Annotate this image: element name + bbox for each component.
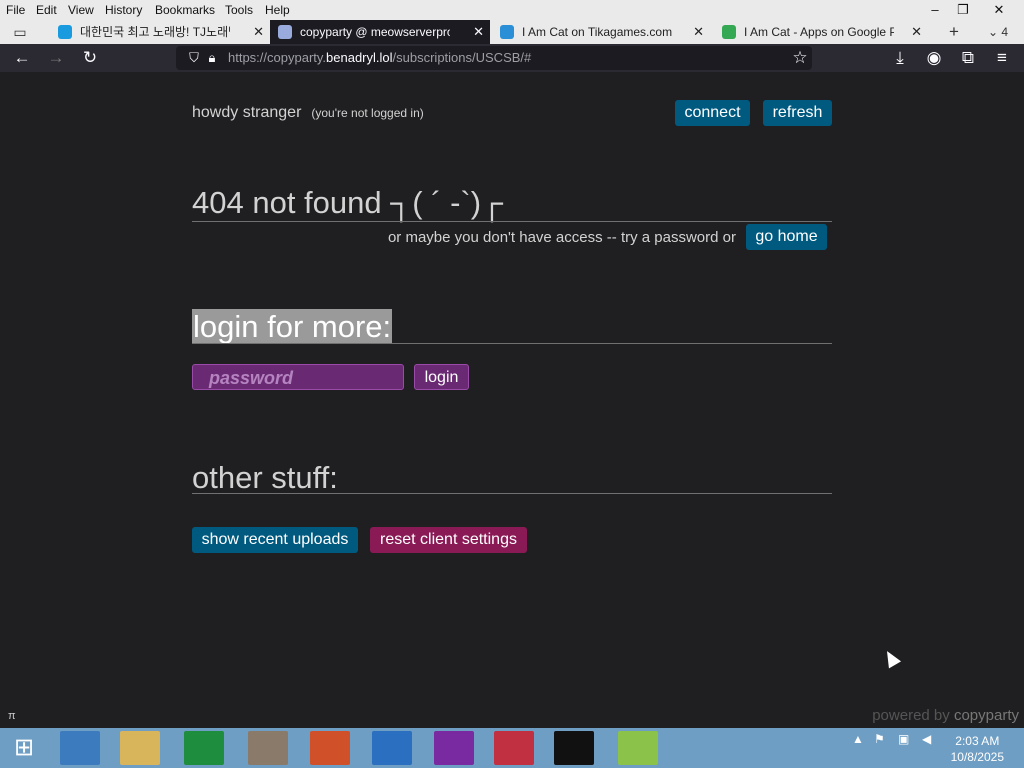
tab-label: copyparty @ meowserverpro [300,25,450,39]
tab-list-icon[interactable]: ▭ [6,20,34,44]
url-path: /subscriptions/USCSB/# [392,50,532,65]
tab-count-button[interactable]: ⌄ 4 [978,20,1018,44]
new-tab-icon[interactable]: + [940,20,968,44]
access-message: or maybe you don't have access -- try a … [387,229,736,246]
ie-icon[interactable] [372,731,412,765]
close-tab-icon[interactable]: ✕ [253,20,264,44]
login-button[interactable]: login [414,364,469,390]
command-prompt-icon[interactable] [554,731,594,765]
close-tab-icon[interactable]: ✕ [473,20,484,44]
menu-help[interactable]: Help [265,3,290,17]
internet-explorer-icon[interactable] [60,731,100,765]
tikagames-favicon-icon [500,25,514,39]
people-icon[interactable] [310,731,350,765]
menu-history[interactable]: History [105,3,142,17]
close-tab-icon[interactable]: ✕ [911,20,922,44]
raccoon-app-icon[interactable] [248,731,288,765]
not-found-heading: 404 not found ┐( ´ -`)┌ [192,185,503,220]
search-icon[interactable] [434,731,474,765]
flag-icon[interactable]: ⚑ [874,732,885,746]
login-status: (you're not logged in) [311,106,424,120]
pi-symbol[interactable]: π [8,710,16,722]
copyparty-favicon-icon [278,25,292,39]
clock-date: 10/8/2025 [950,750,1004,764]
restore-icon[interactable]: ❐ [948,0,978,20]
tj-favicon-icon [58,25,72,39]
minimize-icon[interactable]: – [920,0,950,20]
tab-count: 4 [1001,25,1009,39]
divider [192,343,832,344]
divider [192,221,832,222]
app-icon[interactable] [494,731,534,765]
account-icon[interactable]: ◉ [920,44,948,72]
clock[interactable]: 2:03 AM 10/8/2025 [951,733,1004,765]
windows-start-icon[interactable]: ⊞ [4,731,44,765]
url-prefix: https://copyparty. [228,50,327,65]
powered-by: powered by copyparty [872,707,1019,724]
google-play-favicon-icon [722,25,736,39]
close-tab-icon[interactable]: ✕ [693,20,704,44]
page-content [0,72,1024,728]
refresh-button[interactable]: refresh [763,100,832,126]
reset-client-settings-button[interactable]: reset client settings [370,527,527,553]
menu-view[interactable]: View [68,3,94,17]
url-text[interactable]: https://copyparty.benadryl.lol/subscript… [228,46,531,70]
volume-icon[interactable]: ◀ [922,732,931,746]
android-icon[interactable] [618,731,658,765]
powered-by-text: powered by [872,707,950,724]
tab-google-play[interactable]: I Am Cat - Apps on Google Play ✕ [714,20,928,44]
divider [192,493,832,494]
powered-by-link[interactable]: copyparty [954,707,1019,724]
store-icon[interactable] [184,731,224,765]
lock-icon[interactable]: 🔒︎ [198,44,226,72]
reload-icon[interactable]: ↻ [76,44,104,72]
tray-arrow-icon[interactable]: ▲ [852,732,864,746]
go-home-button[interactable]: go home [746,224,827,250]
menu-bookmarks[interactable]: Bookmarks [155,3,215,17]
greeting: howdy stranger (you're not logged in) [192,104,424,122]
tab-tj[interactable]: 대한민국 최고 노래방! TJ노래방 ✕ [50,20,270,44]
bookmark-star-icon[interactable]: ☆ [786,44,814,72]
back-icon[interactable]: ← [8,44,36,72]
downloads-icon[interactable]: ⤓ [886,44,914,72]
tab-copyparty[interactable]: copyparty @ meowserverpro ✕ [270,20,490,44]
network-icon[interactable]: ▣ [898,732,909,746]
other-stuff-heading: other stuff: [192,460,338,495]
greeting-text: howdy stranger [192,104,302,121]
login-heading: login for more: [192,309,393,344]
close-window-icon[interactable]: ✕ [984,0,1014,20]
menu-tools[interactable]: Tools [225,3,253,17]
menu-edit[interactable]: Edit [36,3,57,17]
tab-tikagames[interactable]: I Am Cat on Tikagames.com ✕ [492,20,710,44]
tab-label: I Am Cat - Apps on Google Play [744,25,894,39]
menu-bar: File Edit View History Bookmarks Tools H… [0,0,1024,20]
clock-time: 2:03 AM [955,734,1000,748]
tab-label: I Am Cat on Tikagames.com [522,25,672,39]
connect-button[interactable]: connect [675,100,750,126]
file-explorer-icon[interactable] [120,731,160,765]
url-domain: benadryl.lol [326,50,393,65]
forward-icon[interactable]: → [42,44,70,72]
menu-file[interactable]: File [6,3,25,17]
show-recent-uploads-button[interactable]: show recent uploads [192,527,358,553]
password-input[interactable]: password [192,364,404,390]
tab-label: 대한민국 최고 노래방! TJ노래방 [80,25,230,39]
extensions-icon[interactable]: ⧉ [954,44,982,72]
hamburger-menu-icon[interactable]: ≡ [988,44,1016,72]
